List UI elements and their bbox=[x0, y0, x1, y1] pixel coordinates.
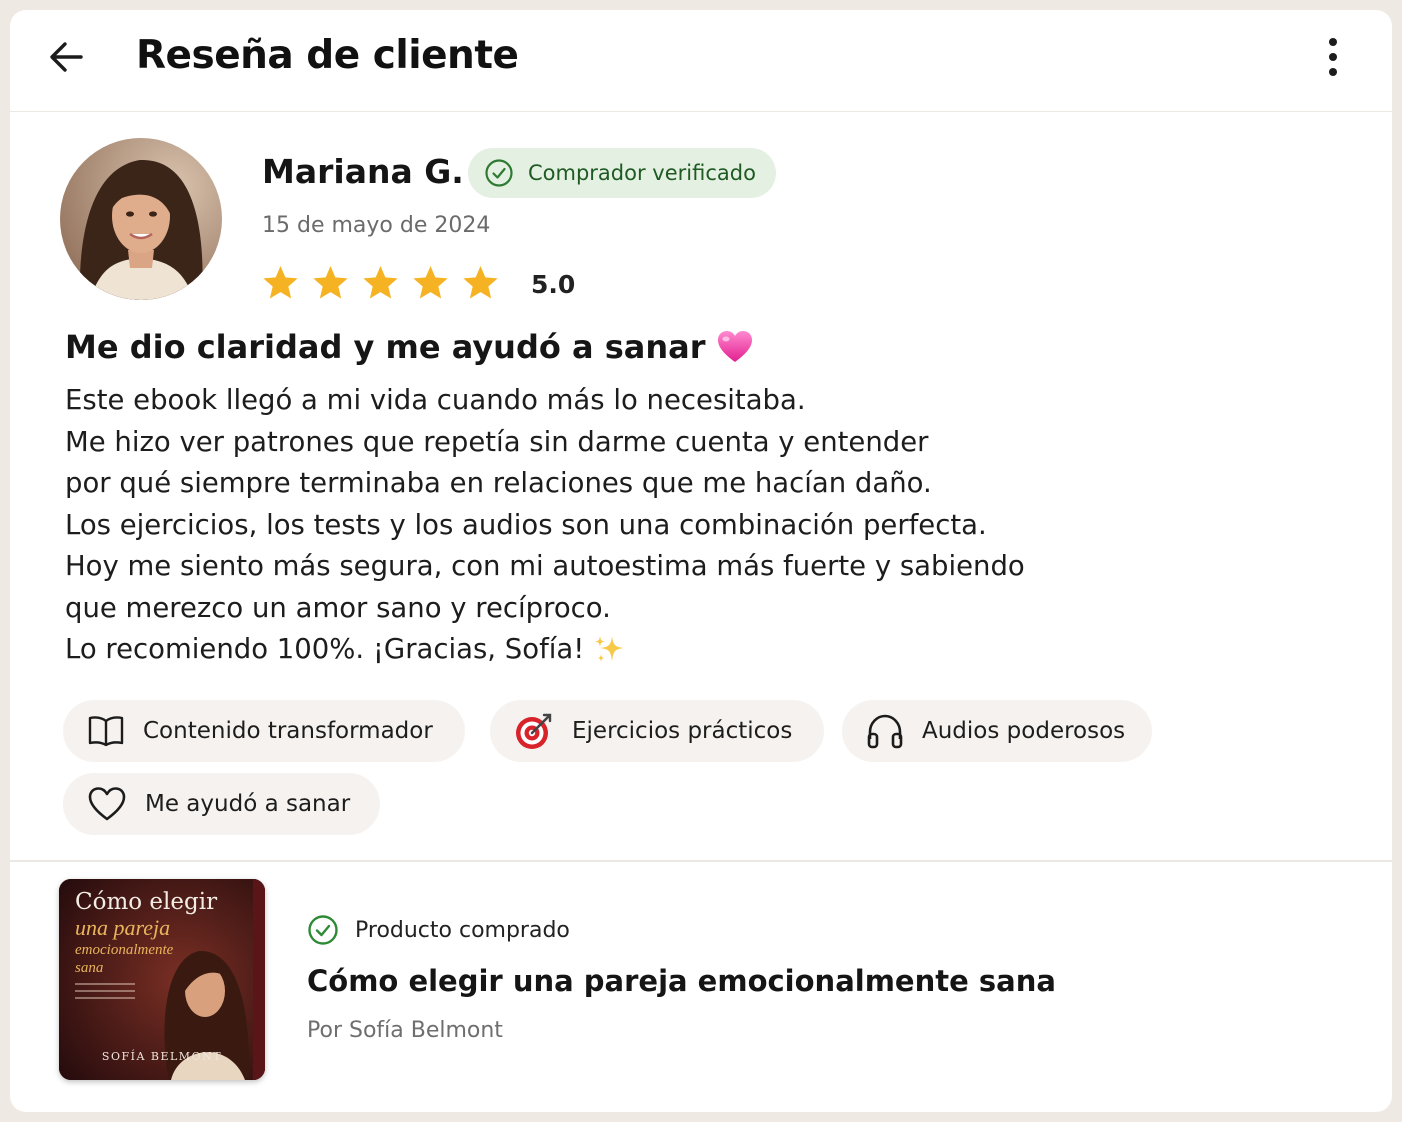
more-options-button[interactable] bbox=[1310, 32, 1356, 82]
more-vertical-icon bbox=[1329, 38, 1337, 46]
tag-chip-ejercicios-practicos[interactable]: Ejercicios prácticos bbox=[490, 700, 824, 762]
product-title[interactable]: Cómo elegir una pareja emocionalmente sa… bbox=[307, 960, 1056, 1002]
verified-buyer-badge: Comprador verificado bbox=[468, 148, 776, 198]
headphones-icon bbox=[867, 714, 903, 749]
purchased-label: Producto comprado bbox=[355, 917, 570, 943]
section-divider bbox=[10, 860, 1392, 862]
purchased-indicator: Producto comprado bbox=[307, 914, 570, 946]
avatar bbox=[60, 138, 222, 300]
page-title: Reseña de cliente bbox=[136, 33, 519, 78]
tag-label: Contenido transformador bbox=[143, 718, 433, 744]
cover-title-line: Cómo elegir bbox=[75, 889, 218, 915]
back-button[interactable] bbox=[44, 34, 90, 80]
review-line: Lo recomiendo 100%. ¡Gracias, Sofía! bbox=[65, 633, 585, 665]
pink-heart-icon bbox=[717, 331, 752, 362]
review-line: Hoy me siento más segura, con mi autoest… bbox=[65, 550, 1025, 582]
review-title: Me dio claridad y me ayudó a sanar bbox=[65, 324, 754, 370]
tag-chip-me-ayudo-a-sanar[interactable]: Me ayudó a sanar bbox=[63, 773, 380, 835]
review-date: 15 de mayo de 2024 bbox=[262, 213, 491, 238]
review-card: Reseña de cliente Mariana G. Comprador v… bbox=[10, 10, 1392, 1112]
star-icon bbox=[313, 266, 348, 299]
cover-title-line: sana bbox=[75, 960, 104, 976]
heart-icon bbox=[88, 787, 126, 821]
star-icon bbox=[263, 266, 298, 299]
reviewer-name: Mariana G. bbox=[262, 152, 464, 191]
product-author: Por Sofía Belmont bbox=[307, 1018, 503, 1043]
cover-author: SOFÍA BELMONT bbox=[101, 1050, 223, 1063]
tag-label: Me ayudó a sanar bbox=[145, 791, 351, 817]
top-bar: Reseña de cliente bbox=[10, 10, 1392, 112]
arrow-left-icon bbox=[50, 42, 83, 72]
review-line: que merezco un amor sano y recíproco. bbox=[65, 591, 611, 624]
tag-chip-contenido-transformador[interactable]: Contenido transformador bbox=[63, 700, 465, 762]
review-line: Los ejercicios, los tests y los audios s… bbox=[65, 508, 987, 541]
star-icon bbox=[413, 266, 448, 299]
cover-subtitle-lines bbox=[75, 983, 135, 1004]
tag-chip-audios-poderosos[interactable]: Audios poderosos bbox=[842, 700, 1152, 762]
check-circle-icon bbox=[485, 159, 513, 187]
tag-label: Ejercicios prácticos bbox=[572, 718, 793, 744]
review-line: Este ebook llegó a mi vida cuando más lo… bbox=[65, 384, 806, 416]
sparkles-icon bbox=[595, 635, 625, 662]
review-title-text: Me dio claridad y me ayudó a sanar bbox=[65, 328, 706, 366]
check-circle-icon bbox=[308, 915, 338, 945]
star-icon bbox=[463, 266, 498, 299]
book-icon bbox=[88, 716, 124, 747]
cover-title-line: emocionalmente bbox=[75, 942, 174, 958]
review-line-last: Lo recomiendo 100%. ¡Gracias, Sofía! bbox=[65, 629, 1165, 671]
verified-label: Comprador verificado bbox=[528, 161, 756, 185]
star-icon bbox=[363, 266, 398, 299]
review-line: Me hizo ver patrones que repetía sin dar… bbox=[65, 425, 929, 458]
tag-label: Audios poderosos bbox=[922, 718, 1126, 744]
cover-title-line: una pareja bbox=[75, 915, 171, 940]
star-rating bbox=[260, 263, 501, 303]
review-body: Este ebook llegó a mi vida cuando más lo… bbox=[65, 380, 1165, 671]
rating-value: 5.0 bbox=[531, 270, 576, 299]
product-cover[interactable]: Cómo elegir una pareja emocionalmente sa… bbox=[59, 879, 265, 1080]
target-icon bbox=[516, 713, 552, 749]
reviewer-photo bbox=[60, 138, 222, 300]
review-line: por qué siempre terminaba en relaciones … bbox=[65, 467, 932, 499]
